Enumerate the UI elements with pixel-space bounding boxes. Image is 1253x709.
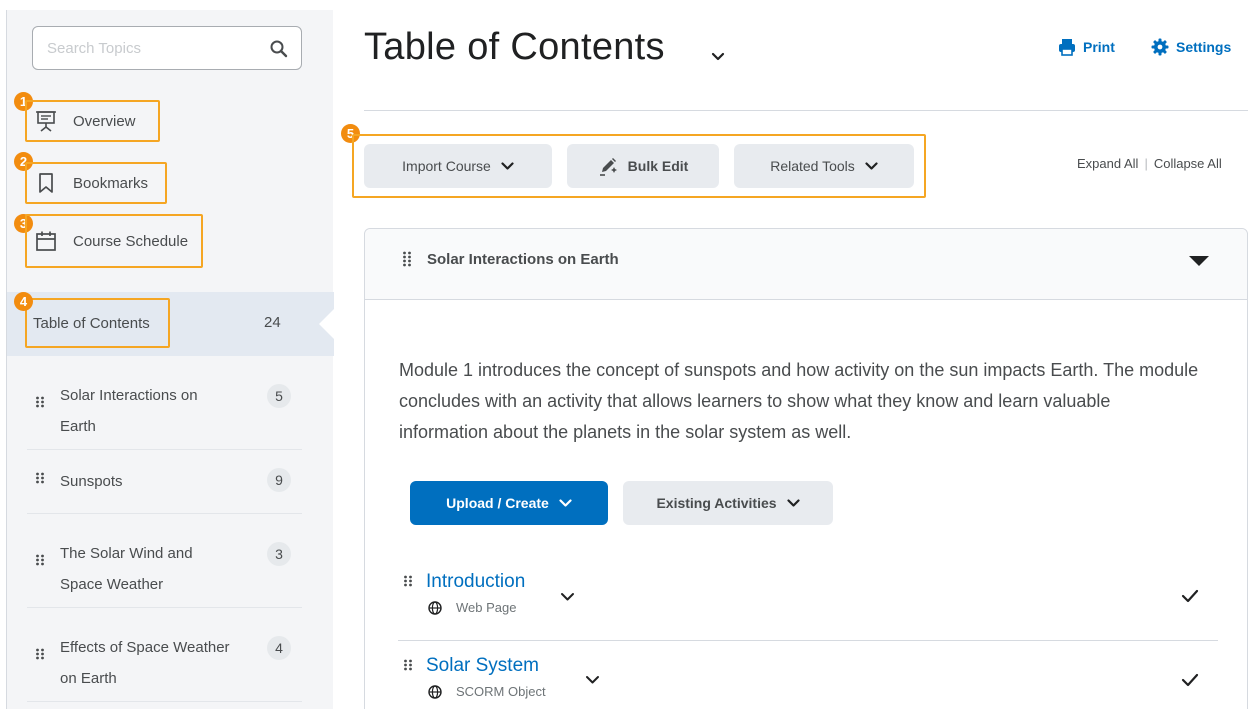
- sidebar-item-label: Course Schedule: [73, 232, 189, 250]
- module-label: The Solar Wind and Space Weather: [60, 545, 193, 593]
- caret-down-icon[interactable]: [1189, 256, 1209, 266]
- chevron-down-icon[interactable]: [711, 52, 725, 62]
- checkmark-icon: [1181, 589, 1199, 603]
- module-count-badge: 4: [267, 636, 291, 660]
- bulk-edit-label: Bulk Edit: [627, 158, 689, 174]
- sidebar-item-label: Bookmarks: [73, 174, 149, 192]
- topic-title-link[interactable]: Introduction: [426, 571, 525, 593]
- bookmark-icon: [39, 173, 53, 193]
- gear-icon: [1151, 38, 1169, 56]
- topic-type: Web Page: [428, 600, 516, 615]
- toc-topic-count: 24: [264, 314, 281, 331]
- drag-handle-icon[interactable]: [403, 575, 413, 591]
- import-course-label: Import Course: [402, 158, 491, 174]
- sidebar-module-item[interactable]: Solar Interactions on Earth 5: [27, 368, 302, 450]
- topic-item[interactable]: Introduction Web Page: [398, 567, 1218, 641]
- settings-button[interactable]: Settings: [1151, 38, 1231, 56]
- import-course-button[interactable]: Import Course: [364, 144, 552, 188]
- topic-title-link[interactable]: Solar System: [426, 655, 539, 677]
- settings-label: Settings: [1176, 39, 1232, 55]
- search-input[interactable]: [47, 38, 262, 58]
- expand-all-link[interactable]: Expand All: [1077, 156, 1138, 171]
- module-header[interactable]: Solar Interactions on Earth: [365, 229, 1247, 300]
- sidebar-item-overview[interactable]: Overview: [25, 100, 160, 142]
- chevron-down-icon[interactable]: [560, 592, 575, 602]
- globe-icon: [428, 600, 442, 615]
- bulk-edit-button[interactable]: Bulk Edit: [567, 144, 719, 188]
- chevron-down-icon[interactable]: [585, 675, 600, 685]
- collapse-all-link[interactable]: Collapse All: [1154, 156, 1222, 171]
- module-count-badge: 5: [267, 384, 291, 408]
- drag-handle-icon[interactable]: [403, 659, 413, 675]
- search-box[interactable]: [32, 26, 302, 70]
- page-title: Table of Contents: [364, 26, 665, 68]
- divider: [364, 110, 1248, 111]
- sidebar-module-item[interactable]: The Solar Wind and Space Weather 3: [27, 514, 302, 608]
- printer-icon: [1059, 39, 1075, 56]
- selected-pointer: [319, 308, 335, 340]
- globe-icon: [428, 684, 442, 699]
- existing-activities-label: Existing Activities: [656, 495, 777, 511]
- print-button[interactable]: Print: [1058, 38, 1115, 56]
- module-count-badge: 9: [267, 468, 291, 492]
- link-separator: |: [1144, 156, 1148, 171]
- search-icon[interactable]: [269, 39, 289, 59]
- drag-handle-icon[interactable]: [35, 472, 45, 488]
- pencil-icon: [599, 158, 617, 176]
- topic-type: SCORM Object: [428, 684, 546, 699]
- sidebar: 1 Overview 2 Bookmarks 3 Course Schedule…: [6, 10, 335, 709]
- expand-collapse-links: Expand All | Collapse All: [1077, 156, 1222, 171]
- chevron-down-icon: [559, 498, 572, 507]
- drag-handle-icon[interactable]: [35, 396, 45, 412]
- module-card: Solar Interactions on Earth Module 1 int…: [364, 228, 1248, 709]
- module-count-badge: 3: [267, 542, 291, 566]
- related-tools-label: Related Tools: [770, 158, 855, 174]
- module-label: Sunspots: [60, 473, 123, 490]
- presentation-icon: [36, 111, 56, 132]
- sidebar-item-bookmarks[interactable]: Bookmarks: [25, 162, 167, 204]
- chevron-down-icon: [786, 498, 800, 507]
- topic-type-label: SCORM Object: [456, 684, 546, 699]
- upload-create-label: Upload / Create: [446, 495, 549, 511]
- module-label: Effects of Space Weather on Earth: [60, 639, 230, 687]
- topic-type-label: Web Page: [456, 600, 517, 615]
- existing-activities-button[interactable]: Existing Activities: [623, 481, 833, 525]
- drag-handle-icon[interactable]: [35, 554, 45, 570]
- sidebar-item-table-of-contents[interactable]: Table of Contents 24: [7, 292, 335, 356]
- module-label: Solar Interactions on Earth: [60, 387, 198, 435]
- topic-item[interactable]: Solar System SCORM Object: [398, 653, 1218, 709]
- chevron-down-icon: [501, 161, 514, 170]
- sidebar-item-label: Table of Contents: [25, 298, 170, 348]
- sidebar-item-label: Overview: [73, 112, 136, 130]
- module-description: Module 1 introduces the concept of sunsp…: [399, 360, 1199, 442]
- sidebar-module-item[interactable]: Effects of Space Weather on Earth 4: [27, 608, 302, 702]
- print-label: Print: [1083, 39, 1115, 55]
- checkmark-icon: [1181, 673, 1199, 687]
- upload-create-button[interactable]: Upload / Create: [410, 481, 608, 525]
- related-tools-button[interactable]: Related Tools: [734, 144, 914, 188]
- drag-handle-icon[interactable]: [35, 648, 45, 664]
- sidebar-item-course-schedule[interactable]: Course Schedule: [25, 214, 203, 268]
- callout-badge-4: 4: [14, 292, 33, 311]
- chevron-down-icon: [865, 161, 878, 170]
- calendar-icon: [36, 231, 56, 251]
- module-title: Solar Interactions on Earth: [427, 251, 619, 268]
- sidebar-module-item[interactable]: Sunspots 9: [27, 450, 302, 514]
- drag-handle-icon[interactable]: [402, 251, 412, 267]
